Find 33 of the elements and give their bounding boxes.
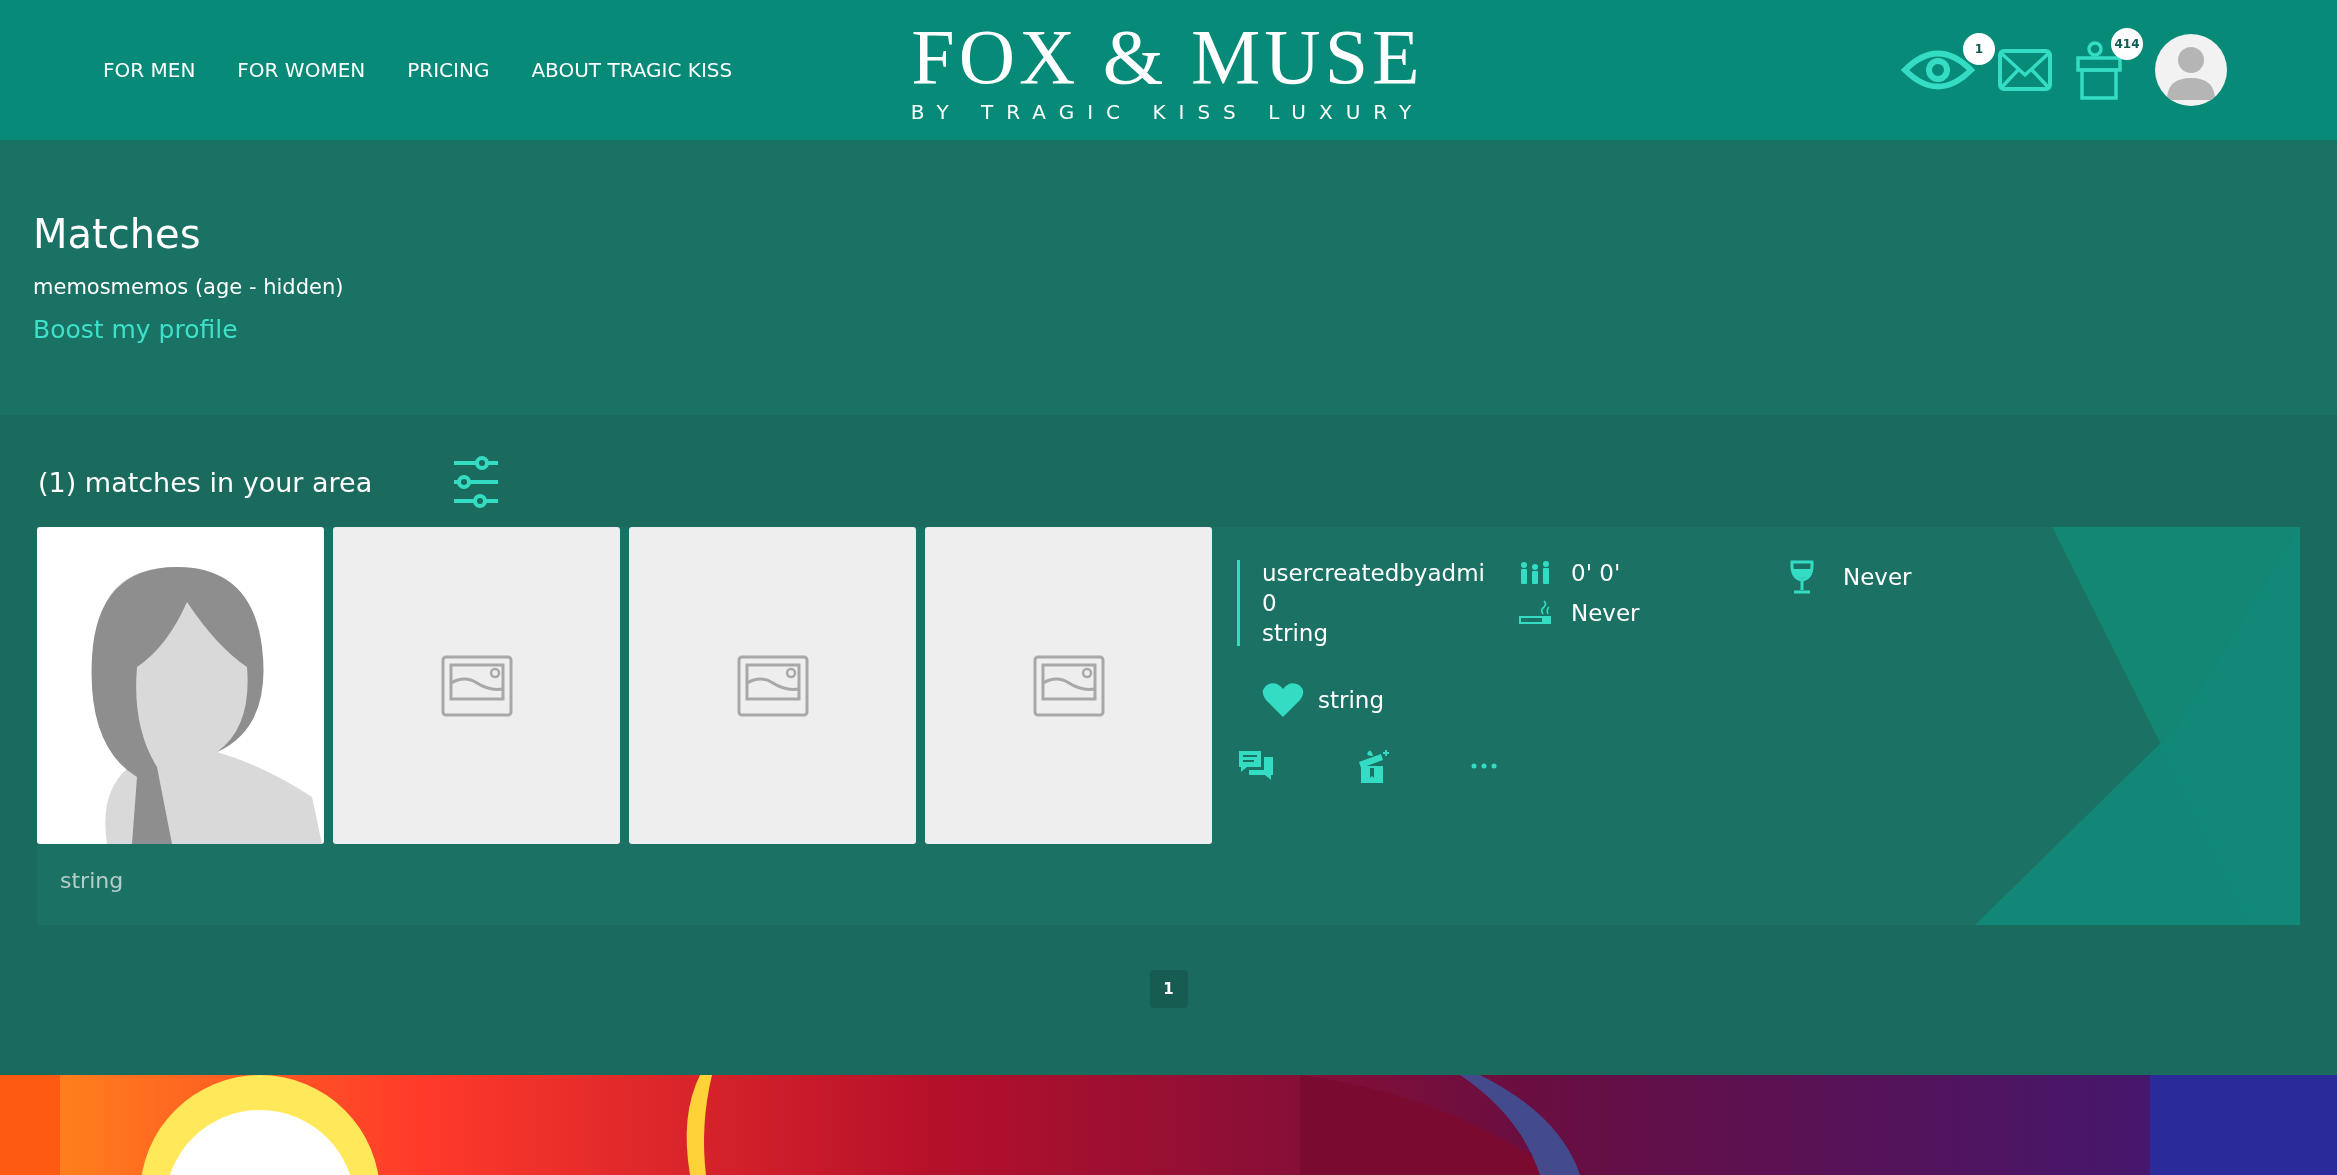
page-title: Matches — [33, 211, 202, 257]
chat-icon[interactable] — [1237, 749, 1275, 783]
profile-silhouette-icon[interactable] — [37, 527, 324, 844]
match-location: string — [1262, 620, 1330, 646]
notification-badge: 1 — [1963, 33, 1995, 65]
people-icon — [1519, 560, 1551, 586]
matches-count-heading: (1) matches in your area — [38, 466, 373, 498]
nav-link[interactable]: FOR WOMEN — [237, 58, 366, 82]
photo-caption: string — [59, 867, 125, 895]
gift-count-badge: 414 — [2111, 28, 2143, 60]
image-placeholder-icon — [1032, 654, 1105, 717]
boost-profile-link[interactable]: Boost my profile — [33, 315, 2304, 344]
filter-icon[interactable] — [452, 455, 501, 509]
logo-title[interactable]: FOX & MUSE — [911, 16, 1424, 98]
envelope-icon[interactable] — [1997, 48, 2053, 92]
username-age: memosmemos (age - hidden) — [33, 275, 345, 299]
wine-glass-icon — [1789, 560, 1815, 594]
nav-link[interactable]: PRICING — [407, 58, 490, 82]
drinking-value: Never — [1843, 564, 1912, 590]
match-age: 0 — [1262, 590, 1278, 616]
logo-tagline: BY TRAGIC KISS LUXURY — [910, 100, 1425, 124]
interest-value: string — [1318, 687, 1385, 713]
match-name[interactable]: usercreatedbyadmi — [1262, 560, 1507, 586]
height-value: 0' 0' — [1571, 560, 1621, 586]
more-icon[interactable] — [1471, 763, 1497, 769]
cigarette-icon — [1519, 600, 1551, 626]
image-placeholder-icon — [440, 654, 513, 717]
nav-link[interactable]: ABOUT TRAGIC KISS — [531, 58, 733, 82]
nav-link[interactable]: FOR MEN — [103, 58, 196, 82]
image-placeholder-icon — [736, 654, 809, 717]
smoking-value: Never — [1571, 600, 1640, 626]
page-button[interactable]: 1 — [1149, 970, 1188, 1008]
heart-icon — [1262, 682, 1304, 718]
